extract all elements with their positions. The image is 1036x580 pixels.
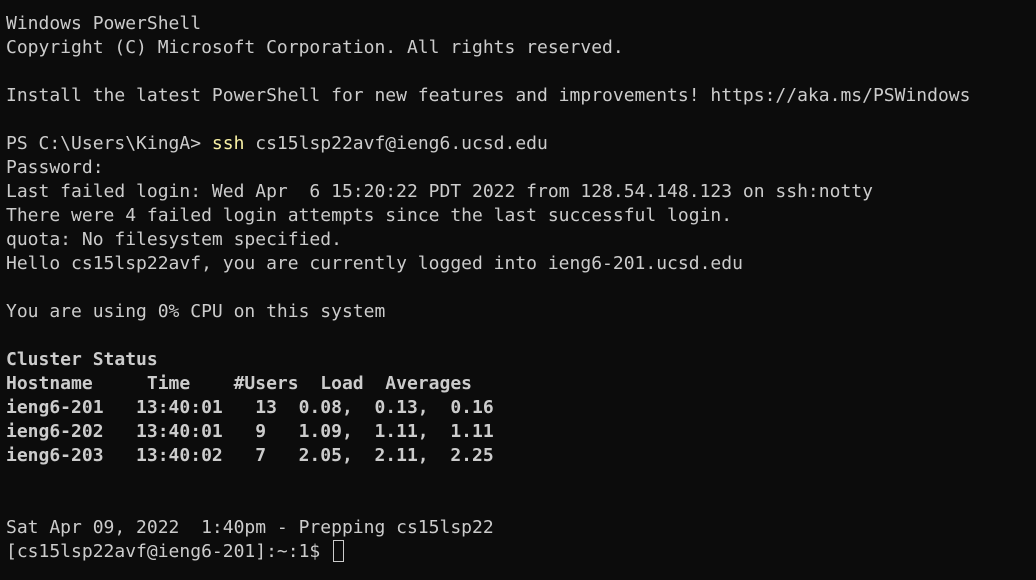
cluster-row: ieng6-202 13:40:01 9 1.09, 1.11, 1.11 (6, 421, 494, 442)
install-notice: Install the latest PowerShell for new fe… (6, 85, 971, 106)
hello-line: Hello cs15lsp22avf, you are currently lo… (6, 253, 743, 274)
cluster-status-title: Cluster Status (6, 349, 158, 370)
terminal-window[interactable]: Windows PowerShell Copyright (C) Microso… (0, 0, 1036, 580)
cluster-row: ieng6-203 13:40:02 7 2.05, 2.11, 2.25 (6, 445, 494, 466)
last-failed-login-line: Last failed login: Wed Apr 6 15:20:22 PD… (6, 181, 873, 202)
powershell-title: Windows PowerShell (6, 13, 202, 34)
quota-line: quota: No filesystem specified. (6, 229, 342, 250)
ps-prompt: PS C:\Users\KingA> (6, 133, 212, 154)
ssh-args: cs15lsp22avf@ieng6.ucsd.edu (244, 133, 548, 154)
shell-prompt: [cs15lsp22avf@ieng6-201]:~:1$ (6, 541, 332, 562)
cursor-icon[interactable] (333, 540, 345, 562)
failed-attempts-line: There were 4 failed login attempts since… (6, 205, 733, 226)
cpu-usage-line: You are using 0% CPU on this system (6, 301, 386, 322)
date-prep-line: Sat Apr 09, 2022 1:40pm - Prepping cs15l… (6, 517, 494, 538)
ssh-command: ssh (211, 133, 245, 154)
copyright-line: Copyright (C) Microsoft Corporation. All… (6, 37, 624, 58)
shell-prompt-line[interactable]: [cs15lsp22avf@ieng6-201]:~:1$ (6, 540, 1036, 564)
cluster-table-header: Hostname Time #Users Load Averages (6, 373, 472, 394)
password-line: Password: (6, 157, 104, 178)
cluster-row: ieng6-201 13:40:01 13 0.08, 0.13, 0.16 (6, 397, 494, 418)
ps-command-line: PS C:\Users\KingA> ssh cs15lsp22avf@ieng… (6, 132, 1036, 156)
